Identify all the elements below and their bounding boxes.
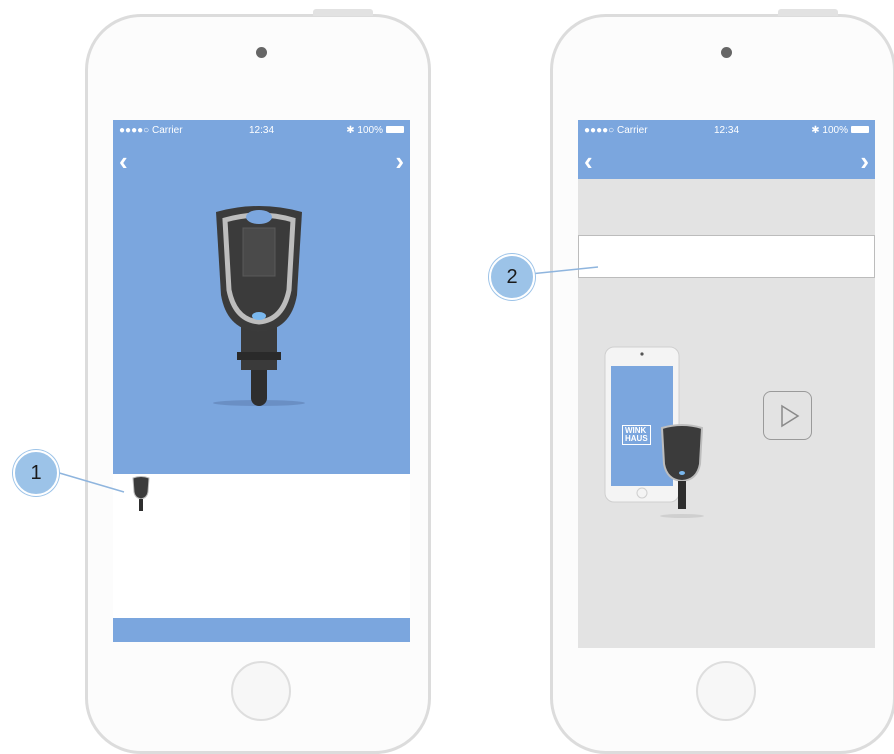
callout-1-leader — [55, 266, 599, 493]
callout-2: 2 — [489, 254, 535, 300]
callout-1: 1 — [13, 450, 59, 496]
